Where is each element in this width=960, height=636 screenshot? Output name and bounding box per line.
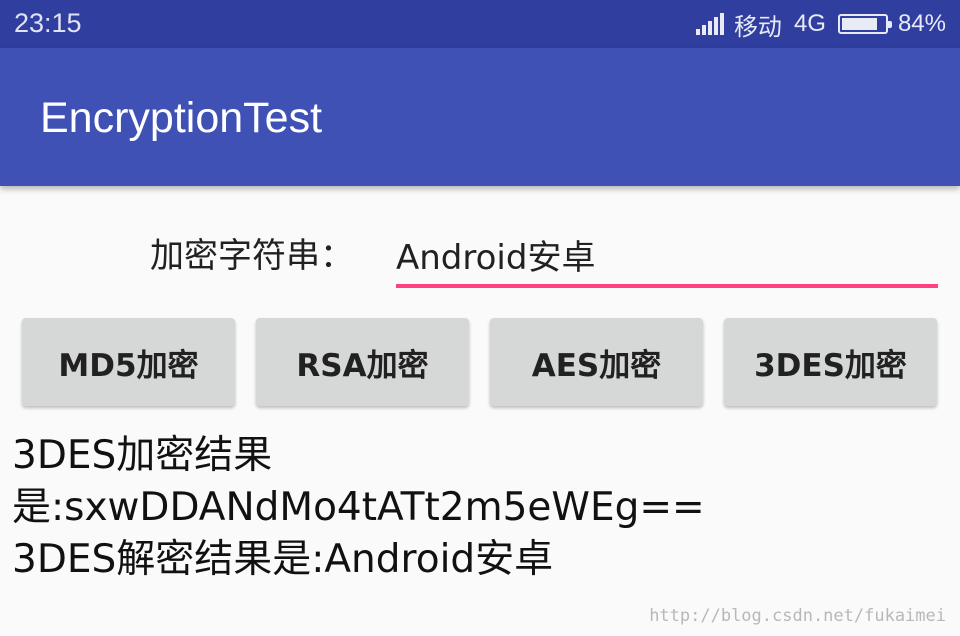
network-type: 4G xyxy=(793,10,826,37)
rsa-encrypt-button[interactable]: RSA加密 xyxy=(256,318,469,406)
watermark: http://blog.csdn.net/fukaimei xyxy=(649,606,946,626)
battery-percent: 84% xyxy=(897,10,946,37)
md5-encrypt-button[interactable]: MD5加密 xyxy=(22,318,235,406)
encrypt-string-input[interactable] xyxy=(396,226,938,282)
battery-icon xyxy=(837,14,892,34)
input-underline xyxy=(396,284,938,288)
carrier-name: 移动 xyxy=(733,12,782,41)
status-bar: 23:15 移动 4G 84% xyxy=(0,0,960,48)
result-line-1: 3DES加密结果 xyxy=(12,433,273,478)
status-time: 23:15 xyxy=(14,8,82,38)
input-label: 加密字符串： xyxy=(150,236,354,276)
signal-bars-icon xyxy=(694,13,724,35)
result-text: 3DES加密结果 是:sxwDDANdMo4tATt2m5eWEg== 3DES… xyxy=(12,430,952,586)
encrypt-string-field xyxy=(396,226,938,288)
aes-encrypt-button[interactable]: AES加密 xyxy=(490,318,703,406)
battery-fill xyxy=(841,18,878,30)
status-indicators: 移动 4G 84% xyxy=(694,8,946,41)
app-bar: EncryptionTest xyxy=(0,48,960,186)
3des-encrypt-button[interactable]: 3DES加密 xyxy=(724,318,937,406)
result-line-3: 3DES解密结果是:Android安卓 xyxy=(12,537,554,582)
app-title: EncryptionTest xyxy=(40,94,323,142)
result-line-2: 是:sxwDDANdMo4tATt2m5eWEg== xyxy=(12,485,705,530)
